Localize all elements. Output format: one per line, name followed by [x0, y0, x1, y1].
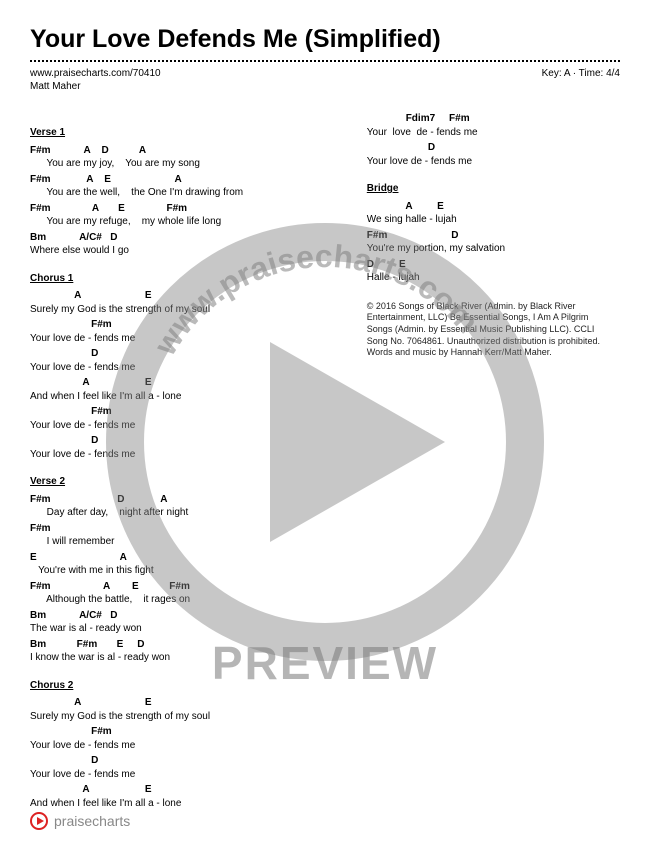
footer-logo: praisecharts [30, 812, 130, 830]
chord-line: F#m [30, 318, 337, 332]
copyright-text: © 2016 Songs of Black River (Admin. by B… [367, 301, 615, 359]
lyric-line: Your love de - fends me [30, 419, 337, 433]
lyric-line: Your love de - fends me [367, 126, 615, 140]
chord-line: A E [367, 200, 615, 214]
lyric-line: Your love de - fends me [30, 739, 337, 753]
chord-line: D E [367, 258, 615, 272]
chord-line: D [30, 434, 337, 448]
lyric-line: Your love de - fends me [367, 155, 615, 169]
song-title: Your Love Defends Me (Simplified) [30, 25, 620, 54]
lyric-line: Surely my God is the strength of my soul [30, 303, 337, 317]
lyric-line: We sing halle - lujah [367, 213, 615, 227]
divider [30, 60, 620, 62]
chord-line: Fdim7 F#m [367, 112, 615, 126]
lyric-line: You are my refuge, my whole life long [30, 215, 337, 229]
lyric-line: You're with me in this fight [30, 564, 337, 578]
chord-line: D [30, 347, 337, 361]
chord-line: F#m A D A [30, 144, 337, 158]
section-heading: Chorus 1 [30, 272, 337, 286]
chord-line: F#m D [367, 229, 615, 243]
chord-line: F#m A E A [30, 173, 337, 187]
lyric-line: Your love de - fends me [30, 361, 337, 375]
chord-line: F#m A E F#m [30, 580, 337, 594]
lyric-line: And when I feel like I'm all a - lone [30, 797, 337, 811]
artist-name: Matt Maher [30, 81, 620, 92]
chord-line: D [367, 141, 615, 155]
chord-line: F#m D A [30, 493, 337, 507]
lyric-line: Your love de - fends me [30, 448, 337, 462]
chord-line: F#m A E F#m [30, 202, 337, 216]
lyric-line: You're my portion, my salvation [367, 242, 615, 256]
lyric-line: Your love de - fends me [30, 768, 337, 782]
lyric-line: I know the war is al - ready won [30, 651, 337, 665]
chord-line: A E [30, 783, 337, 797]
right-column: Fdim7 F#mYour love de - fends me DYour l… [367, 112, 615, 812]
chord-line: F#m [30, 725, 337, 739]
lyric-line: The war is al - ready won [30, 622, 337, 636]
chord-line: Bm A/C# D [30, 231, 337, 245]
lyric-line: You are my joy, You are my song [30, 157, 337, 171]
lyric-line: Although the battle, it rages on [30, 593, 337, 607]
lyric-line: Your love de - fends me [30, 332, 337, 346]
lyric-line: You are the well, the One I'm drawing fr… [30, 186, 337, 200]
meta-row: www.praisecharts.com/70410 Key: A · Time… [30, 68, 620, 79]
left-column: Verse 1 F#m A D A You are my joy, You are… [30, 112, 337, 812]
chord-line: A E [30, 289, 337, 303]
section-heading: Verse 2 [30, 475, 337, 489]
source-url: www.praisecharts.com/70410 [30, 68, 161, 79]
section-heading: Verse 1 [30, 126, 337, 140]
play-icon [30, 812, 48, 830]
chord-line: A E [30, 696, 337, 710]
lyric-line: Surely my God is the strength of my soul [30, 710, 337, 724]
chord-line: F#m [30, 405, 337, 419]
lyric-line: Where else would I go [30, 244, 337, 258]
chord-line: E A [30, 551, 337, 565]
key-time: Key: A · Time: 4/4 [542, 68, 620, 79]
lyric-line: Day after day, night after night [30, 506, 337, 520]
content-columns: Verse 1 F#m A D A You are my joy, You are… [30, 112, 620, 812]
chord-line: A E [30, 376, 337, 390]
chord-line: Bm A/C# D [30, 609, 337, 623]
chord-line: Bm F#m E D [30, 638, 337, 652]
lyric-line: And when I feel like I'm all a - lone [30, 390, 337, 404]
lyric-line: Halle - lujah [367, 271, 615, 285]
chord-line: F#m [30, 522, 337, 536]
lyric-line: I will remember [30, 535, 337, 549]
section-heading: Bridge [367, 182, 615, 196]
footer-brand: praisecharts [54, 813, 130, 829]
section-heading: Chorus 2 [30, 679, 337, 693]
chord-line: D [30, 754, 337, 768]
